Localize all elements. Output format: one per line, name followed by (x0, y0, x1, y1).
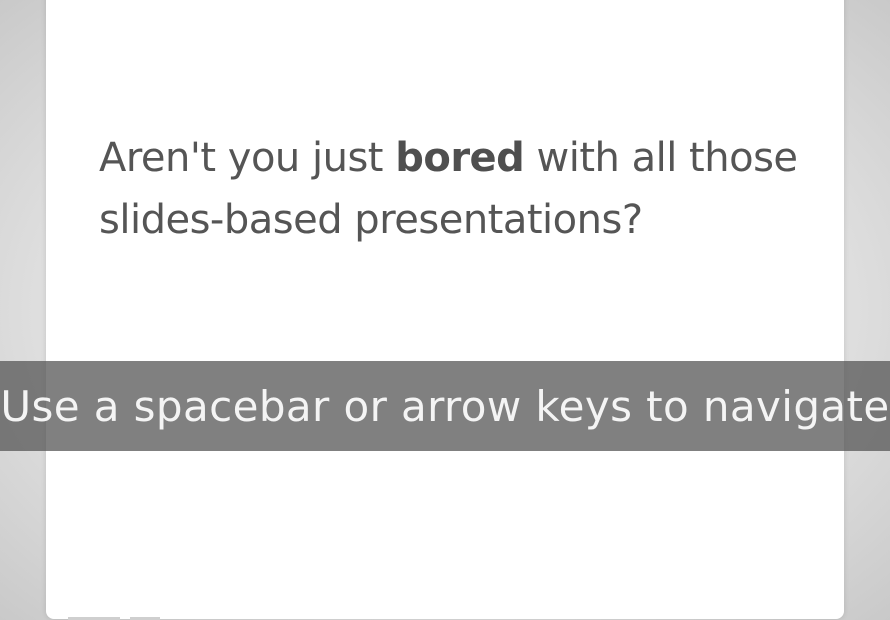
slide-text-intro: Aren't you just (99, 135, 396, 181)
slide-card[interactable]: Aren't you just bored with all those sli… (46, 0, 844, 619)
slide-text-emphasis: bored (395, 135, 525, 181)
presentation-stage: Aren't you just bored with all those sli… (0, 0, 890, 620)
navigation-hint-banner: Use a spacebar or arrow keys to navigate (0, 361, 890, 451)
navigation-hint-text: Use a spacebar or arrow keys to navigate (0, 381, 890, 431)
slide-text: Aren't you just bored with all those sli… (99, 127, 819, 251)
